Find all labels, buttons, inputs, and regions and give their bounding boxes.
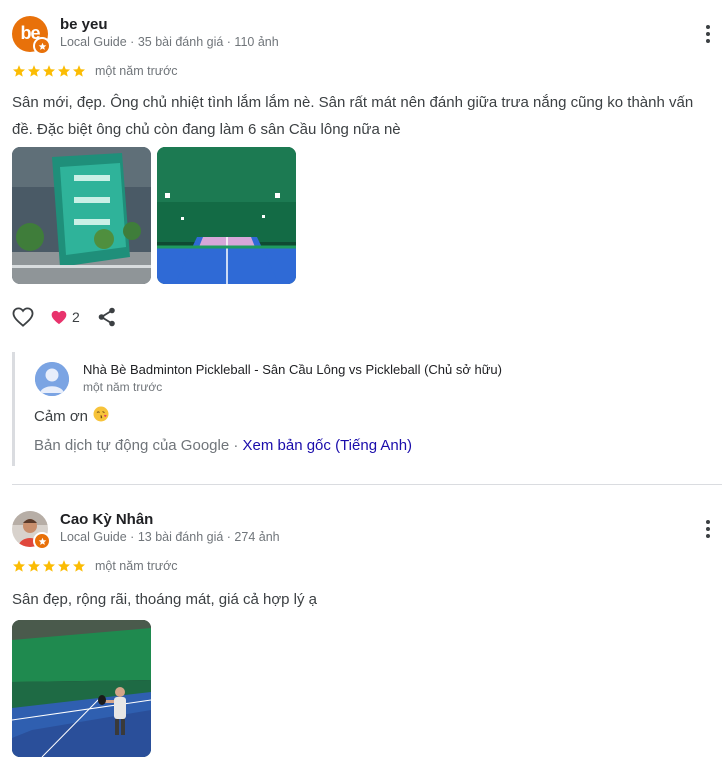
star-icon [57, 560, 71, 572]
star-icon [42, 560, 56, 572]
translation-label: Bản dịch tự động của Google · [34, 437, 243, 454]
review-photo[interactable] [12, 620, 151, 757]
review-time: một năm trước [95, 64, 178, 78]
star-rating [12, 559, 86, 573]
review-text: Sân đẹp, rộng rãi, thoáng mát, giá cả hợ… [12, 591, 318, 608]
more-vert-icon[interactable] [700, 517, 716, 541]
review-time: một năm trước [95, 559, 178, 573]
reviewer-name[interactable]: be yeu [60, 16, 108, 33]
translation-note: Bản dịch tự động của Google · Xem bản gố… [34, 437, 412, 454]
reviewer-name[interactable]: Cao Kỳ Nhân [60, 511, 153, 528]
heart-outline-icon[interactable] [12, 307, 34, 327]
star-rating [12, 64, 86, 78]
star-icon [72, 560, 86, 572]
reaction-count-value: 2 [72, 309, 80, 325]
review-photo[interactable] [12, 147, 151, 284]
share-icon[interactable] [98, 307, 116, 327]
owner-name[interactable]: Nhà Bè Badminton Pickleball - Sân Cầu Lô… [83, 362, 502, 377]
star-icon [42, 65, 56, 77]
star-icon [57, 65, 71, 77]
reaction-count[interactable]: 2 [51, 309, 80, 325]
star-icon [12, 65, 26, 77]
review-text: Sân mới, đẹp. Ông chủ nhiệt tình lắm lắm… [12, 94, 694, 138]
review-actions: 2 [12, 304, 116, 330]
avatar[interactable]: be [12, 16, 51, 55]
kiss-emoji-icon [93, 406, 109, 426]
owner-reply-text: Cảm ơn [34, 406, 109, 426]
review-card: Cao Kỳ Nhân Local Guide · 13 bài đánh gi… [0, 485, 722, 766]
star-icon [72, 65, 86, 77]
star-icon [27, 65, 41, 77]
review-photo[interactable] [157, 147, 296, 284]
owner-response-time: một năm trước [83, 380, 163, 394]
reviewer-meta[interactable]: Local Guide · 13 bài đánh giá · 274 ảnh [60, 530, 280, 544]
local-guide-badge-icon [33, 37, 51, 55]
avatar[interactable] [12, 511, 51, 550]
person-icon [35, 362, 69, 396]
review-card: be be yeu Local Guide · 35 bài đánh giá … [0, 0, 722, 484]
more-vert-icon[interactable] [700, 22, 716, 46]
owner-response: Nhà Bè Badminton Pickleball - Sân Cầu Lô… [12, 352, 502, 466]
star-icon [27, 560, 41, 572]
reviewer-meta[interactable]: Local Guide · 35 bài đánh giá · 110 ảnh [60, 35, 279, 49]
view-original-link[interactable]: Xem bản gốc (Tiếng Anh) [243, 437, 413, 454]
heart-reaction-icon [51, 310, 67, 324]
owner-reply-label: Cảm ơn [34, 407, 89, 425]
star-icon [12, 560, 26, 572]
local-guide-badge-icon [33, 532, 51, 550]
